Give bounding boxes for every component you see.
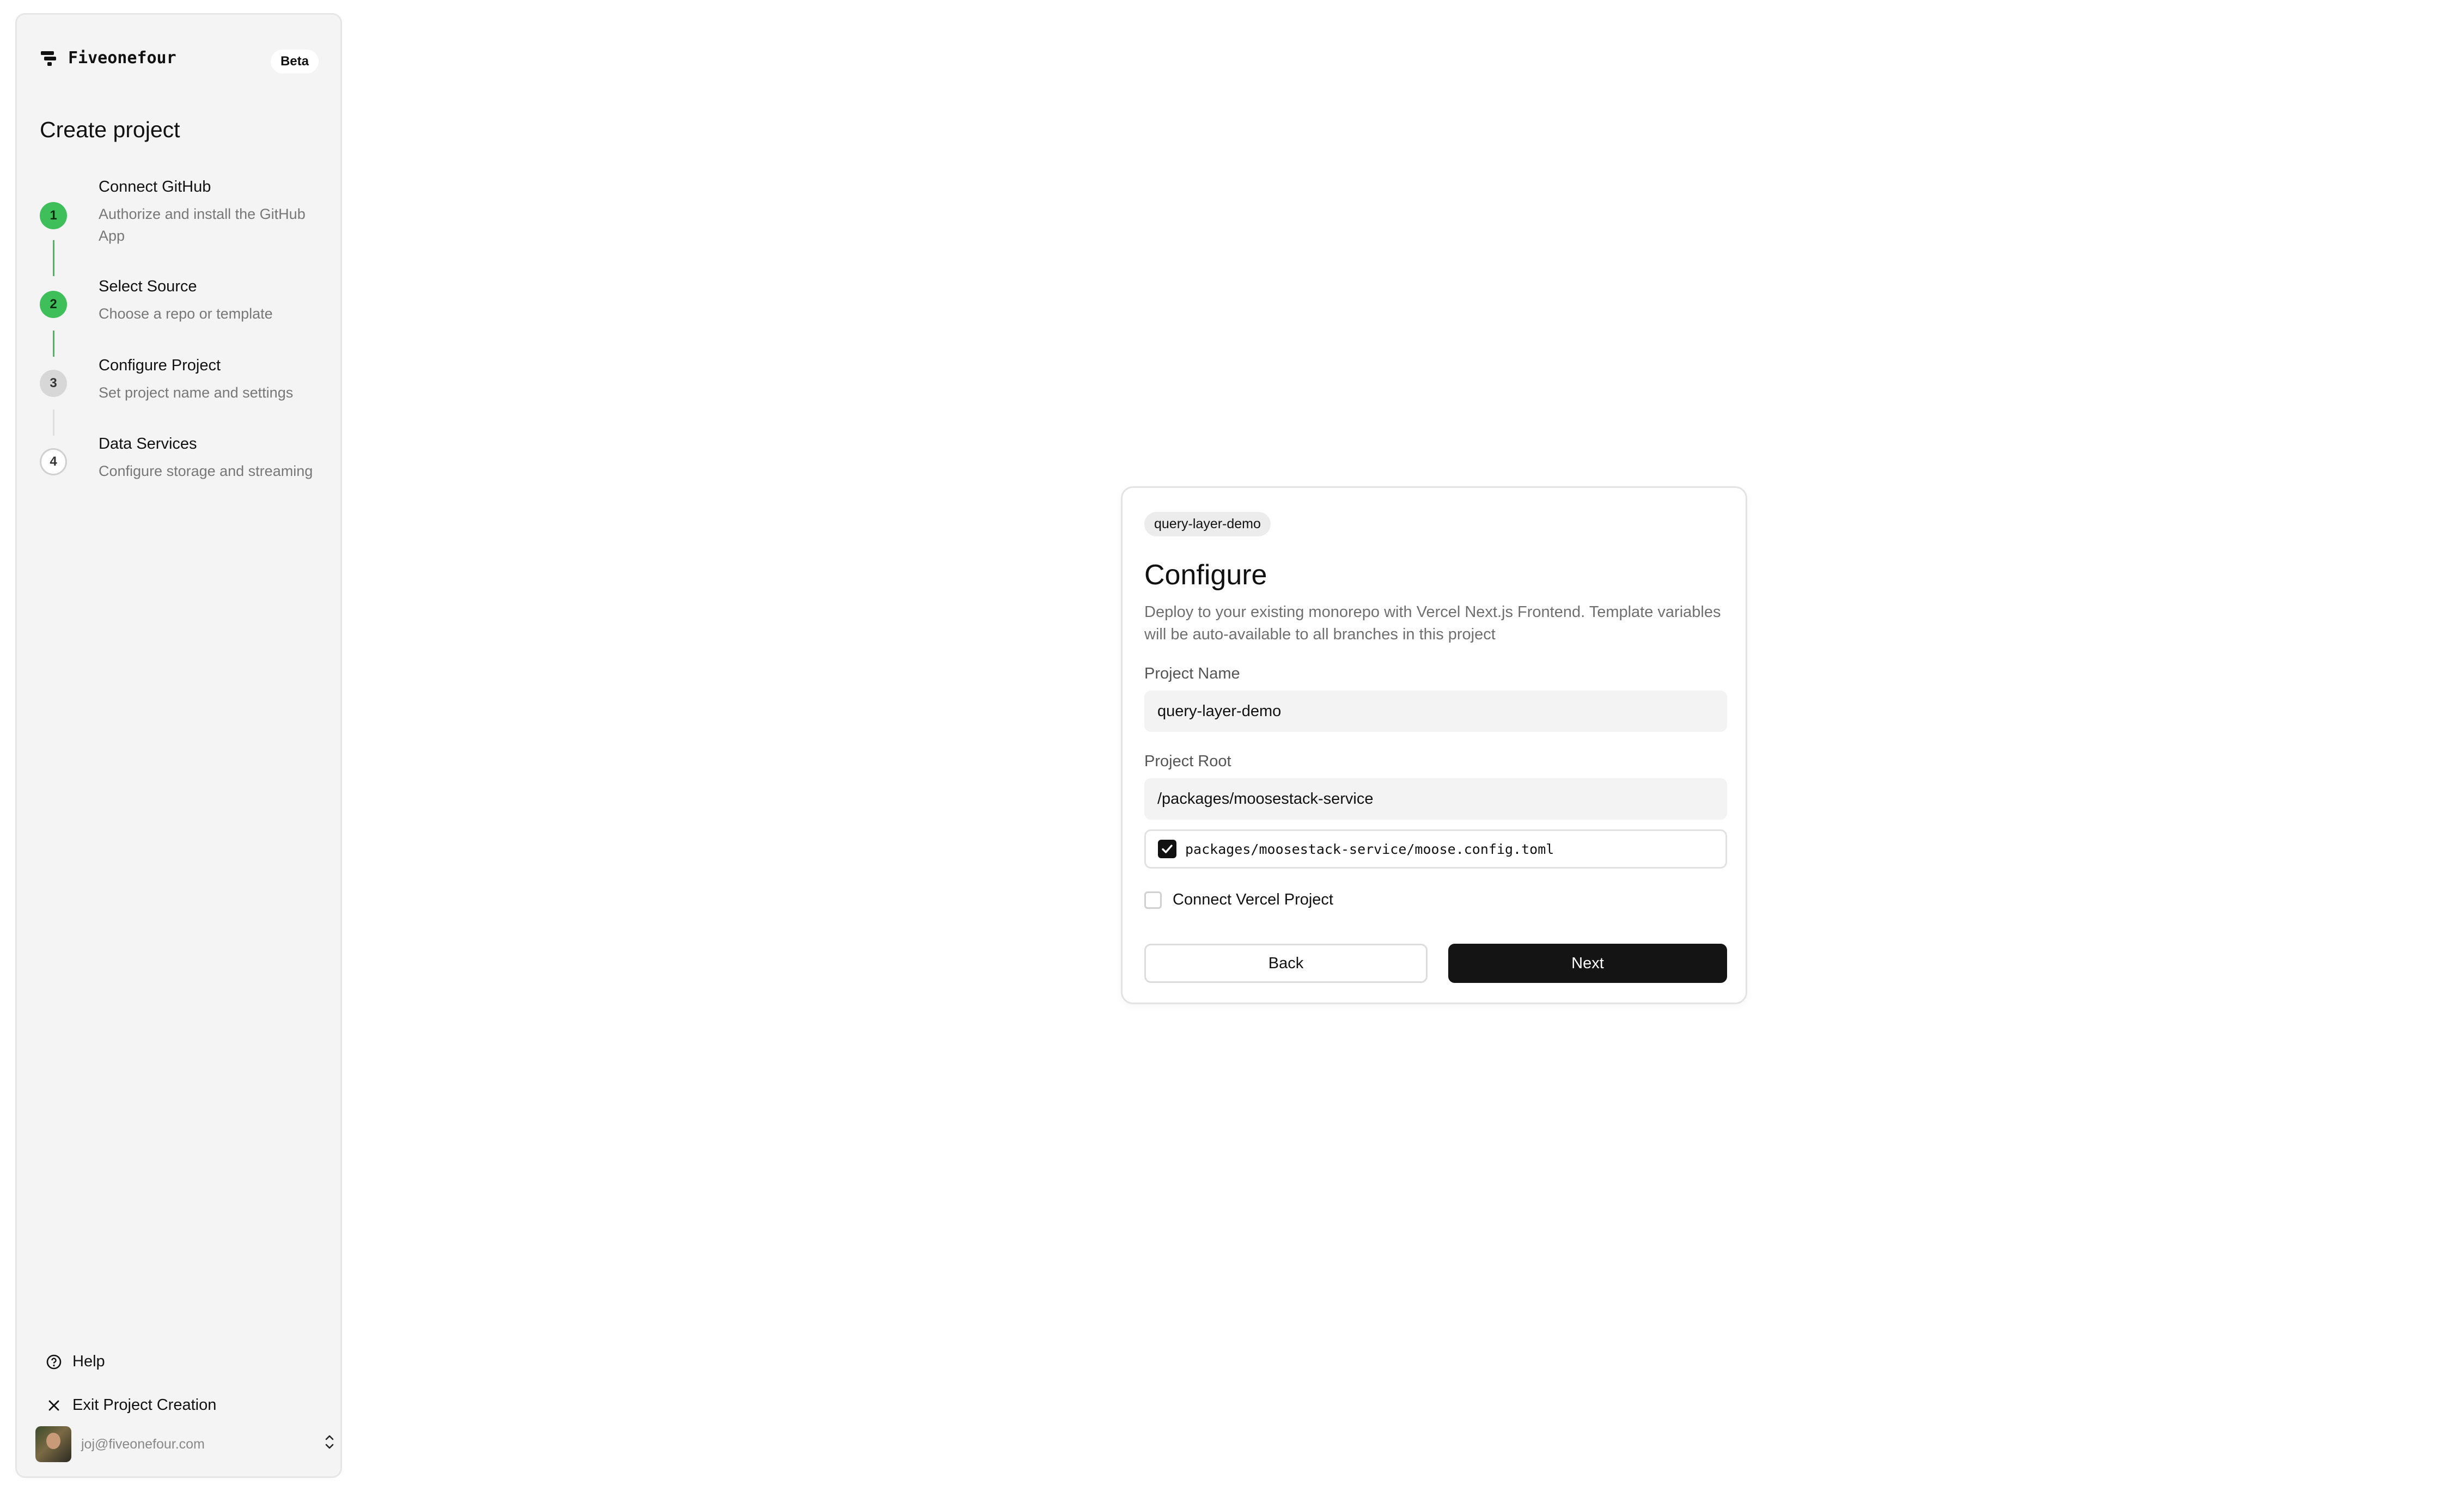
exit-label: Exit Project Creation bbox=[72, 1396, 217, 1414]
checkmark-icon bbox=[1162, 845, 1173, 853]
step-connector bbox=[53, 240, 54, 276]
project-chip: query-layer-demo bbox=[1144, 512, 1271, 536]
step-number: 1 bbox=[40, 202, 67, 229]
step-title: Data Services bbox=[99, 435, 197, 453]
fiveonefour-logo-icon bbox=[40, 49, 58, 68]
step-title: Configure Project bbox=[99, 357, 221, 374]
sidebar: Fiveonefour Beta Create project 1 Connec… bbox=[15, 13, 342, 1478]
step-connector bbox=[53, 410, 54, 436]
help-label: Help bbox=[72, 1353, 105, 1370]
step-description: Configure storage and streaming bbox=[99, 463, 313, 479]
brand-name: Fiveonefour bbox=[68, 48, 176, 68]
config-file-path: packages/moosestack-service/moose.config… bbox=[1185, 841, 1554, 857]
project-name-input[interactable]: query-layer-demo bbox=[1144, 690, 1727, 732]
step-title: Select Source bbox=[99, 278, 197, 295]
user-menu[interactable]: joj@fiveonefour.com bbox=[35, 1425, 340, 1463]
card-title: Configure bbox=[1144, 559, 1267, 591]
connect-vercel-option[interactable]: Connect Vercel Project bbox=[1144, 891, 1333, 909]
configure-card: query-layer-demo Configure Deploy to you… bbox=[1121, 486, 1747, 1004]
project-root-label: Project Root bbox=[1144, 753, 1231, 770]
close-icon bbox=[45, 1397, 63, 1414]
back-button[interactable]: Back bbox=[1144, 944, 1428, 983]
step-connector bbox=[53, 331, 54, 357]
connect-vercel-checkbox[interactable] bbox=[1144, 891, 1162, 909]
step-number: 4 bbox=[40, 448, 67, 475]
step-number: 3 bbox=[40, 370, 67, 397]
brand[interactable]: Fiveonefour bbox=[40, 48, 176, 68]
user-email: joj@fiveonefour.com bbox=[81, 1436, 205, 1452]
step-description: Choose a repo or template bbox=[99, 305, 273, 322]
step-description: Set project name and settings bbox=[99, 384, 294, 401]
step-title: Connect GitHub bbox=[99, 178, 211, 195]
connect-vercel-label: Connect Vercel Project bbox=[1173, 891, 1333, 908]
config-file-checkbox[interactable] bbox=[1158, 840, 1176, 858]
exit-project-creation-link[interactable]: Exit Project Creation bbox=[45, 1396, 216, 1414]
next-button[interactable]: Next bbox=[1448, 944, 1727, 983]
beta-badge: Beta bbox=[270, 50, 319, 74]
step-description: Authorize and install the GitHub App bbox=[99, 206, 306, 244]
chevron-up-down-icon bbox=[319, 1433, 340, 1456]
config-file-option[interactable]: packages/moosestack-service/moose.config… bbox=[1144, 829, 1727, 869]
project-name-label: Project Name bbox=[1144, 665, 1240, 682]
avatar bbox=[35, 1426, 71, 1462]
project-root-input[interactable]: /packages/moosestack-service bbox=[1144, 778, 1727, 820]
card-description: Deploy to your existing monorepo with Ve… bbox=[1144, 603, 1721, 643]
help-circle-icon bbox=[45, 1353, 63, 1371]
sidebar-title: Create project bbox=[40, 117, 180, 142]
step-number: 2 bbox=[40, 291, 67, 318]
step-list: 1 Connect GitHub Authorize and install t… bbox=[40, 178, 334, 505]
help-link[interactable]: Help bbox=[45, 1353, 105, 1371]
